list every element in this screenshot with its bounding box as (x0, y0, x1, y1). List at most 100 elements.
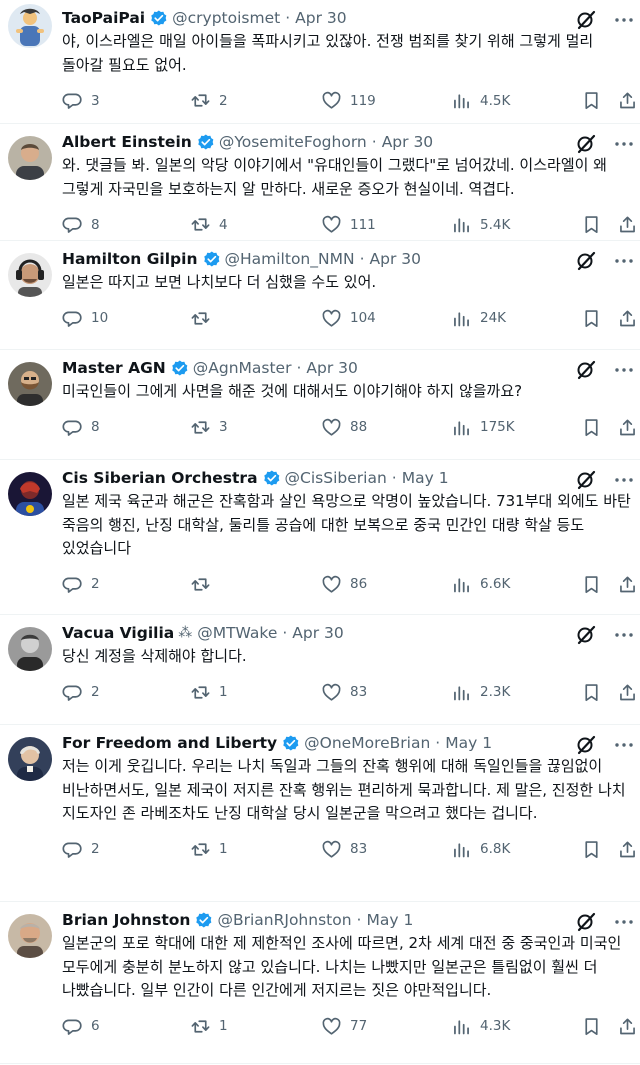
bookmark-button[interactable] (581, 682, 602, 703)
grok-button[interactable] (574, 8, 596, 30)
display-name[interactable]: Cis Siberian Orchestra (62, 469, 258, 487)
reply-button[interactable]: 8 (62, 214, 100, 235)
tweet[interactable]: Brian Johnston @BrianRJohnston · May 1 일본군의 … (0, 902, 640, 1064)
reply-button[interactable]: 2 (62, 839, 100, 860)
bookmark-button[interactable] (581, 417, 602, 438)
bookmark-button[interactable] (581, 90, 602, 111)
avatar[interactable] (8, 914, 52, 958)
views-button[interactable]: 4.5K (451, 90, 510, 111)
like-button[interactable]: 86 (321, 574, 367, 595)
display-name[interactable]: Hamilton Gilpin (62, 250, 198, 268)
avatar[interactable] (8, 737, 52, 781)
display-name[interactable]: Vacua Vigilia (62, 624, 174, 642)
user-handle[interactable]: @CisSiberian (285, 469, 387, 487)
reply-button[interactable]: 2 (62, 682, 100, 703)
bookmark-button[interactable] (581, 308, 602, 329)
display-name[interactable]: Brian Johnston (62, 911, 190, 929)
share-button[interactable] (617, 90, 638, 111)
user-handle[interactable]: @BrianRJohnston (217, 911, 351, 929)
more-options-button[interactable] (612, 468, 636, 490)
tweet[interactable]: Albert Einstein @YosemiteFoghorn · Apr 30 와.… (0, 124, 640, 241)
timestamp[interactable]: May 1 (366, 911, 413, 929)
bookmark-button[interactable] (581, 574, 602, 595)
timestamp[interactable]: May 1 (402, 469, 449, 487)
share-button[interactable] (617, 1016, 638, 1037)
retweet-button[interactable]: 1 (190, 682, 228, 703)
share-button[interactable] (617, 214, 638, 235)
grok-button[interactable] (574, 358, 596, 380)
display-name[interactable]: For Freedom and Liberty (62, 734, 277, 752)
views-button[interactable]: 6.6K (451, 574, 510, 595)
more-options-button[interactable] (612, 910, 636, 932)
retweet-button[interactable] (190, 574, 219, 595)
share-button[interactable] (617, 417, 638, 438)
reply-button[interactable]: 8 (62, 417, 100, 438)
tweet[interactable]: For Freedom and Liberty @OneMoreBrian · May… (0, 725, 640, 902)
like-button[interactable]: 83 (321, 682, 367, 703)
timestamp[interactable]: Apr 30 (382, 133, 433, 151)
avatar[interactable] (8, 627, 52, 671)
share-button[interactable] (617, 574, 638, 595)
more-options-button[interactable] (612, 358, 636, 380)
views-button[interactable]: 5.4K (451, 214, 510, 235)
avatar[interactable] (8, 4, 52, 48)
bookmark-button[interactable] (581, 839, 602, 860)
display-name[interactable]: Albert Einstein (62, 133, 192, 151)
user-handle[interactable]: @cryptoismet (172, 9, 280, 27)
more-options-button[interactable] (612, 249, 636, 271)
retweet-button[interactable]: 1 (190, 839, 228, 860)
display-name[interactable]: Master AGN (62, 359, 166, 377)
retweet-button[interactable]: 4 (190, 214, 228, 235)
grok-button[interactable] (574, 468, 596, 490)
user-handle[interactable]: @Hamilton_NMN (225, 250, 355, 268)
grok-button[interactable] (574, 132, 596, 154)
retweet-button[interactable] (190, 308, 219, 329)
retweet-button[interactable]: 3 (190, 417, 228, 438)
reply-button[interactable]: 2 (62, 574, 100, 595)
timestamp[interactable]: Apr 30 (370, 250, 421, 268)
bookmark-button[interactable] (581, 214, 602, 235)
user-handle[interactable]: @AgnMaster (193, 359, 292, 377)
share-button[interactable] (617, 839, 638, 860)
views-button[interactable]: 6.8K (451, 839, 510, 860)
reply-button[interactable]: 3 (62, 90, 100, 111)
grok-button[interactable] (574, 910, 596, 932)
views-button[interactable]: 2.3K (451, 682, 510, 703)
like-button[interactable]: 77 (321, 1016, 367, 1037)
timestamp[interactable]: Apr 30 (292, 624, 343, 642)
like-button[interactable]: 104 (321, 308, 376, 329)
like-button[interactable]: 111 (321, 214, 376, 235)
retweet-button[interactable]: 2 (190, 90, 228, 111)
tweet[interactable]: Vacua Vigilia ⁂ @MTWake · Apr 30 당신 계정을 삭제해야 … (0, 615, 640, 725)
user-handle[interactable]: @YosemiteFoghorn (219, 133, 367, 151)
more-options-button[interactable] (612, 132, 636, 154)
more-options-button[interactable] (612, 8, 636, 30)
views-button[interactable]: 4.3K (451, 1016, 510, 1037)
share-button[interactable] (617, 308, 638, 329)
reply-button[interactable]: 6 (62, 1016, 100, 1037)
tweet[interactable]: TaoPaiPai @cryptoismet · Apr 30 야, 이스라엘은 매일 … (0, 0, 640, 124)
avatar[interactable] (8, 253, 52, 297)
timestamp[interactable]: Apr 30 (306, 359, 357, 377)
views-button[interactable]: 175K (451, 417, 515, 438)
display-name[interactable]: TaoPaiPai (62, 9, 145, 27)
like-button[interactable]: 88 (321, 417, 367, 438)
grok-button[interactable] (574, 623, 596, 645)
tweet[interactable]: Master AGN @AgnMaster · Apr 30 미국인들이 그에게 사면을… (0, 350, 640, 460)
like-button[interactable]: 119 (321, 90, 376, 111)
share-button[interactable] (617, 682, 638, 703)
timestamp[interactable]: May 1 (445, 734, 492, 752)
tweet[interactable]: Hamilton Gilpin @Hamilton_NMN · Apr 30 일본은 따… (0, 241, 640, 350)
views-button[interactable]: 24K (451, 308, 506, 329)
user-handle[interactable]: @OneMoreBrian (304, 734, 430, 752)
user-handle[interactable]: @MTWake (197, 624, 277, 642)
retweet-button[interactable]: 1 (190, 1016, 228, 1037)
reply-button[interactable]: 10 (62, 308, 108, 329)
avatar[interactable] (8, 136, 52, 180)
more-options-button[interactable] (612, 733, 636, 755)
tweet[interactable]: Cis Siberian Orchestra @CisSiberian · May 1… (0, 460, 640, 615)
like-button[interactable]: 83 (321, 839, 367, 860)
grok-button[interactable] (574, 733, 596, 755)
avatar[interactable] (8, 362, 52, 406)
more-options-button[interactable] (612, 623, 636, 645)
